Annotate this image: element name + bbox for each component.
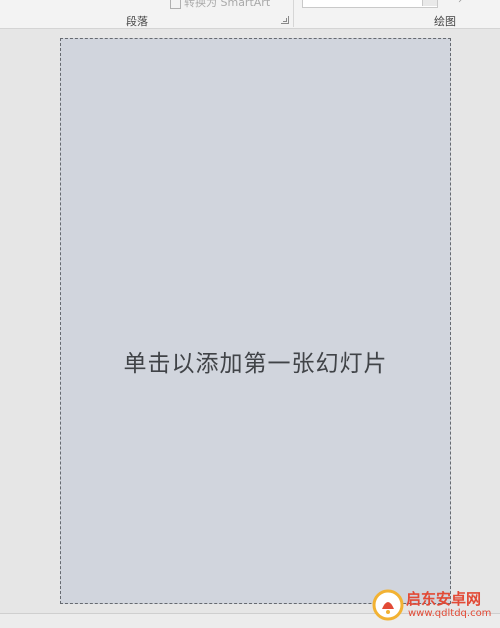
shapes-gallery[interactable]	[302, 0, 438, 8]
watermark-logo-icon	[372, 589, 404, 621]
watermark: 启东安卓网 www.qdltdq.com	[372, 587, 500, 623]
shapes-gallery-scroll[interactable]	[422, 0, 437, 6]
ribbon: 转换为 SmartArt › 段落 绘图	[0, 0, 500, 29]
paragraph-dialog-launcher-icon[interactable]	[281, 16, 289, 24]
paragraph-group-label: 段落	[126, 15, 148, 28]
add-first-slide-placeholder[interactable]: 单击以添加第一张幻灯片	[61, 344, 450, 378]
convert-smartart-label: 转换为 SmartArt	[184, 0, 271, 9]
slide-canvas[interactable]: 单击以添加第一张幻灯片	[60, 38, 451, 604]
watermark-title: 启东安卓网	[406, 590, 482, 608]
drawing-group-label: 绘图	[434, 15, 456, 28]
chevron-right-icon[interactable]: ›	[458, 0, 462, 6]
smartart-icon	[170, 0, 181, 9]
convert-smartart-button[interactable]: 转换为 SmartArt	[170, 0, 270, 10]
watermark-url: www.qdltdq.com	[408, 608, 492, 619]
group-divider	[293, 0, 294, 27]
